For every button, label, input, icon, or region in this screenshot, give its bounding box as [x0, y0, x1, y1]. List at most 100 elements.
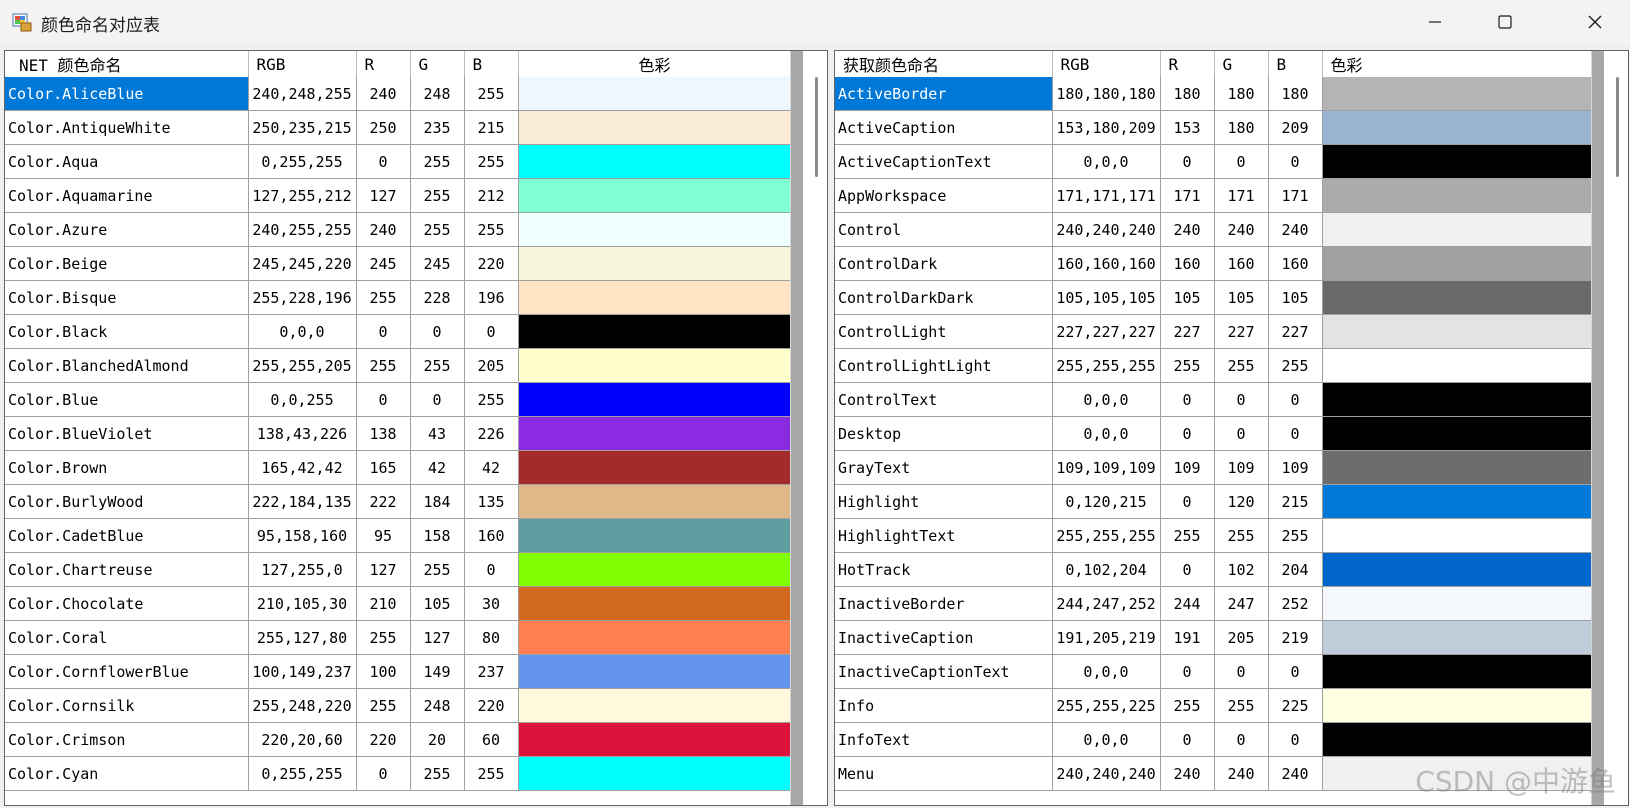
color-name-cell[interactable]: Color.Azure — [5, 212, 249, 247]
rgb-cell[interactable]: 165,42,42 — [248, 450, 357, 485]
scrollbar-thumb[interactable] — [1616, 77, 1619, 177]
table-row[interactable]: Color.Crimson 220,20,60 220 20 60 — [5, 722, 792, 757]
b-cell[interactable]: 237 — [464, 654, 519, 689]
rgb-cell[interactable]: 127,255,0 — [248, 552, 357, 587]
g-cell[interactable]: 43 — [410, 416, 465, 451]
rgb-cell[interactable]: 171,171,171 — [1052, 178, 1161, 213]
table-row[interactable]: Color.Bisque 255,228,196 255 228 196 — [5, 280, 792, 315]
rgb-cell[interactable]: 0,0,0 — [248, 314, 357, 349]
table-row[interactable]: Color.Aquamarine 127,255,212 127 255 212 — [5, 178, 792, 213]
g-cell[interactable]: 240 — [1214, 756, 1269, 791]
g-cell[interactable]: 102 — [1214, 552, 1269, 587]
b-cell[interactable]: 255 — [464, 212, 519, 247]
r-cell[interactable]: 180 — [1160, 77, 1215, 111]
rgb-cell[interactable]: 180,180,180 — [1052, 77, 1161, 111]
rgb-cell[interactable]: 0,120,215 — [1052, 484, 1161, 519]
g-cell[interactable]: 105 — [410, 586, 465, 621]
rgb-cell[interactable]: 244,247,252 — [1052, 586, 1161, 621]
b-cell[interactable]: 0 — [1268, 382, 1323, 417]
g-cell[interactable]: 120 — [1214, 484, 1269, 519]
b-cell[interactable]: 180 — [1268, 77, 1323, 111]
b-cell[interactable]: 225 — [1268, 688, 1323, 723]
table-row[interactable]: InactiveBorder 244,247,252 244 247 252 — [835, 586, 1593, 621]
maximize-button[interactable] — [1470, 0, 1540, 44]
rgb-cell[interactable]: 160,160,160 — [1052, 246, 1161, 281]
color-swatch-cell[interactable] — [1322, 484, 1593, 519]
scrollbar-thumb[interactable] — [815, 77, 818, 177]
color-name-cell[interactable]: AppWorkspace — [835, 178, 1053, 213]
net-color-grid[interactable]: NET 颜色命名 RGB R G B 色彩 Color.AliceBlue 240… — [4, 50, 828, 806]
color-name-cell[interactable]: Color.Aqua — [5, 144, 249, 179]
r-cell[interactable]: 244 — [1160, 586, 1215, 621]
r-cell[interactable]: 171 — [1160, 178, 1215, 213]
rgb-cell[interactable]: 0,0,0 — [1052, 144, 1161, 179]
color-name-cell[interactable]: Color.BlueViolet — [5, 416, 249, 451]
color-name-cell[interactable]: InfoText — [835, 722, 1053, 757]
b-cell[interactable]: 42 — [464, 450, 519, 485]
rgb-cell[interactable]: 153,180,209 — [1052, 110, 1161, 145]
color-swatch-cell[interactable] — [1322, 144, 1593, 179]
b-cell[interactable]: 109 — [1268, 450, 1323, 485]
color-swatch-cell[interactable] — [518, 212, 792, 247]
b-cell[interactable]: 219 — [1268, 620, 1323, 655]
r-cell[interactable]: 191 — [1160, 620, 1215, 655]
color-swatch-cell[interactable] — [518, 654, 792, 689]
color-name-cell[interactable]: ControlText — [835, 382, 1053, 417]
b-cell[interactable]: 204 — [1268, 552, 1323, 587]
r-cell[interactable]: 240 — [356, 77, 411, 111]
b-cell[interactable]: 0 — [1268, 416, 1323, 451]
r-cell[interactable]: 127 — [356, 178, 411, 213]
color-name-cell[interactable]: Info — [835, 688, 1053, 723]
color-name-cell[interactable]: InactiveBorder — [835, 586, 1053, 621]
r-cell[interactable]: 222 — [356, 484, 411, 519]
table-row[interactable]: ControlText 0,0,0 0 0 0 — [835, 382, 1593, 417]
r-cell[interactable]: 240 — [356, 212, 411, 247]
color-name-cell[interactable]: Color.Cornsilk — [5, 688, 249, 723]
color-swatch-cell[interactable] — [518, 144, 792, 179]
color-swatch-cell[interactable] — [518, 518, 792, 553]
color-swatch-cell[interactable] — [1322, 314, 1593, 349]
rgb-cell[interactable]: 95,158,160 — [248, 518, 357, 553]
r-cell[interactable]: 240 — [1160, 756, 1215, 791]
color-name-cell[interactable]: ControlLightLight — [835, 348, 1053, 383]
rgb-cell[interactable]: 255,248,220 — [248, 688, 357, 723]
g-cell[interactable]: 42 — [410, 450, 465, 485]
column-header-name[interactable]: 获取颜色命名 — [835, 51, 1053, 77]
r-cell[interactable]: 109 — [1160, 450, 1215, 485]
r-cell[interactable]: 255 — [356, 620, 411, 655]
b-cell[interactable]: 255 — [464, 77, 519, 111]
rgb-cell[interactable]: 255,228,196 — [248, 280, 357, 315]
color-swatch-cell[interactable] — [1322, 518, 1593, 553]
rgb-cell[interactable]: 255,255,225 — [1052, 688, 1161, 723]
system-color-grid[interactable]: 获取颜色命名 RGB R G B 色彩 ActiveBorder 180,180,… — [834, 50, 1629, 806]
g-cell[interactable]: 0 — [1214, 382, 1269, 417]
color-swatch-cell[interactable] — [518, 348, 792, 383]
color-swatch-cell[interactable] — [518, 77, 792, 111]
table-row[interactable]: Color.Beige 245,245,220 245 245 220 — [5, 246, 792, 281]
table-row[interactable]: Color.CornflowerBlue 100,149,237 100 149 237 — [5, 654, 792, 689]
rgb-cell[interactable]: 191,205,219 — [1052, 620, 1161, 655]
r-cell[interactable]: 105 — [1160, 280, 1215, 315]
rgb-cell[interactable]: 210,105,30 — [248, 586, 357, 621]
color-name-cell[interactable]: Color.BlanchedAlmond — [5, 348, 249, 383]
table-row[interactable]: Color.Black 0,0,0 0 0 0 — [5, 314, 792, 349]
b-cell[interactable]: 196 — [464, 280, 519, 315]
table-row[interactable]: Color.BlueViolet 138,43,226 138 43 226 — [5, 416, 792, 451]
r-cell[interactable]: 250 — [356, 110, 411, 145]
column-header-r[interactable]: R — [356, 51, 411, 77]
table-row[interactable]: ControlDarkDark 105,105,105 105 105 105 — [835, 280, 1593, 315]
b-cell[interactable]: 205 — [464, 348, 519, 383]
title-bar[interactable]: 颜色命名对应表 — [0, 0, 1630, 44]
b-cell[interactable]: 105 — [1268, 280, 1323, 315]
r-cell[interactable]: 0 — [356, 756, 411, 791]
table-row[interactable]: ActiveBorder 180,180,180 180 180 180 — [835, 77, 1593, 111]
color-swatch-cell[interactable] — [1322, 450, 1593, 485]
color-swatch-cell[interactable] — [518, 314, 792, 349]
color-name-cell[interactable]: Color.Bisque — [5, 280, 249, 315]
b-cell[interactable]: 255 — [464, 144, 519, 179]
vertical-scrollbar[interactable] — [1591, 51, 1628, 805]
color-name-cell[interactable]: Color.Blue — [5, 382, 249, 417]
b-cell[interactable]: 171 — [1268, 178, 1323, 213]
table-row[interactable]: Color.AliceBlue 240,248,255 240 248 255 — [5, 77, 792, 111]
table-row[interactable]: Info 255,255,225 255 255 225 — [835, 688, 1593, 723]
